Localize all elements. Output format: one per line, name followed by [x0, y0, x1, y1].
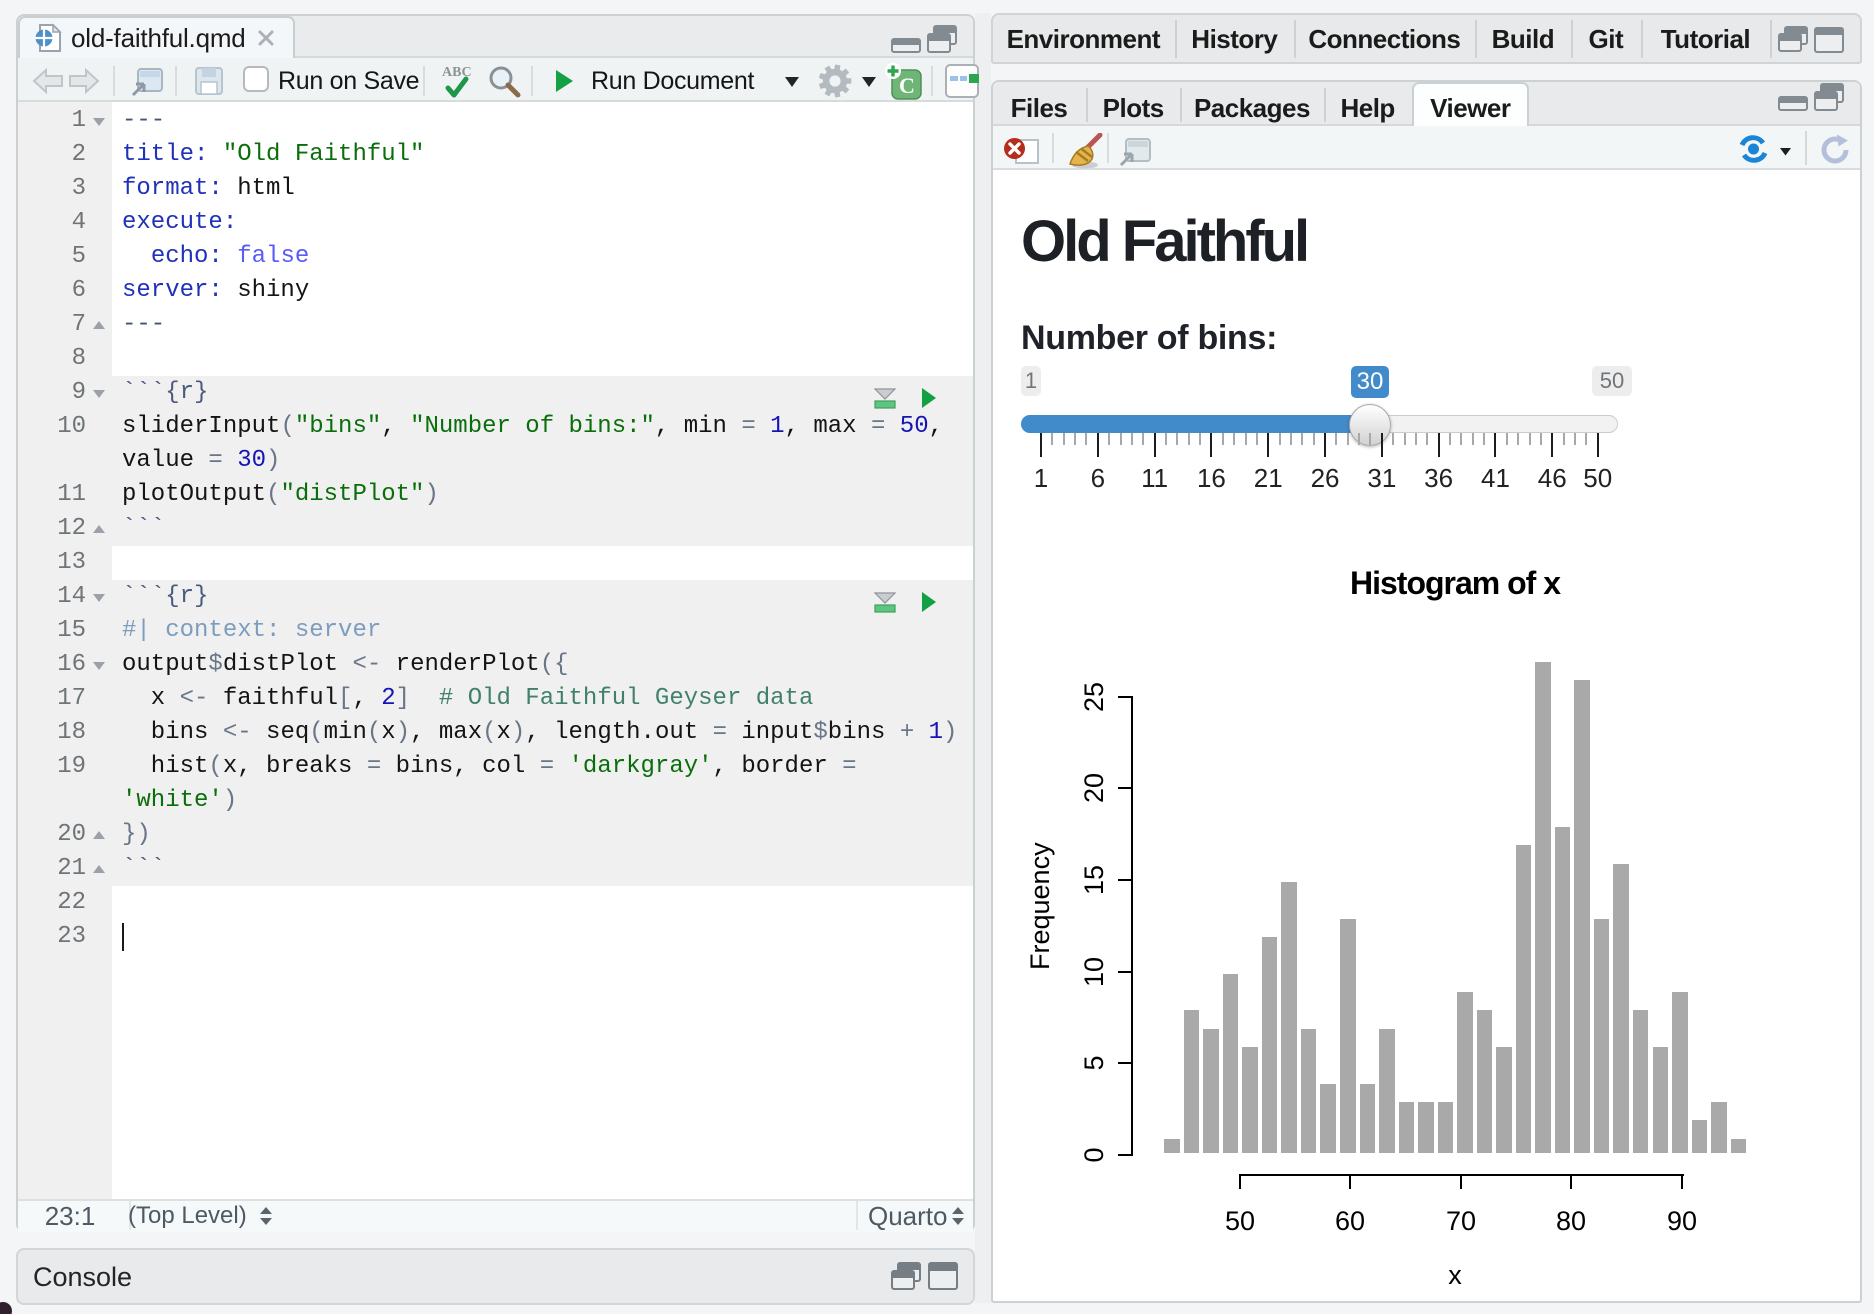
svg-text:C: C [899, 73, 915, 98]
